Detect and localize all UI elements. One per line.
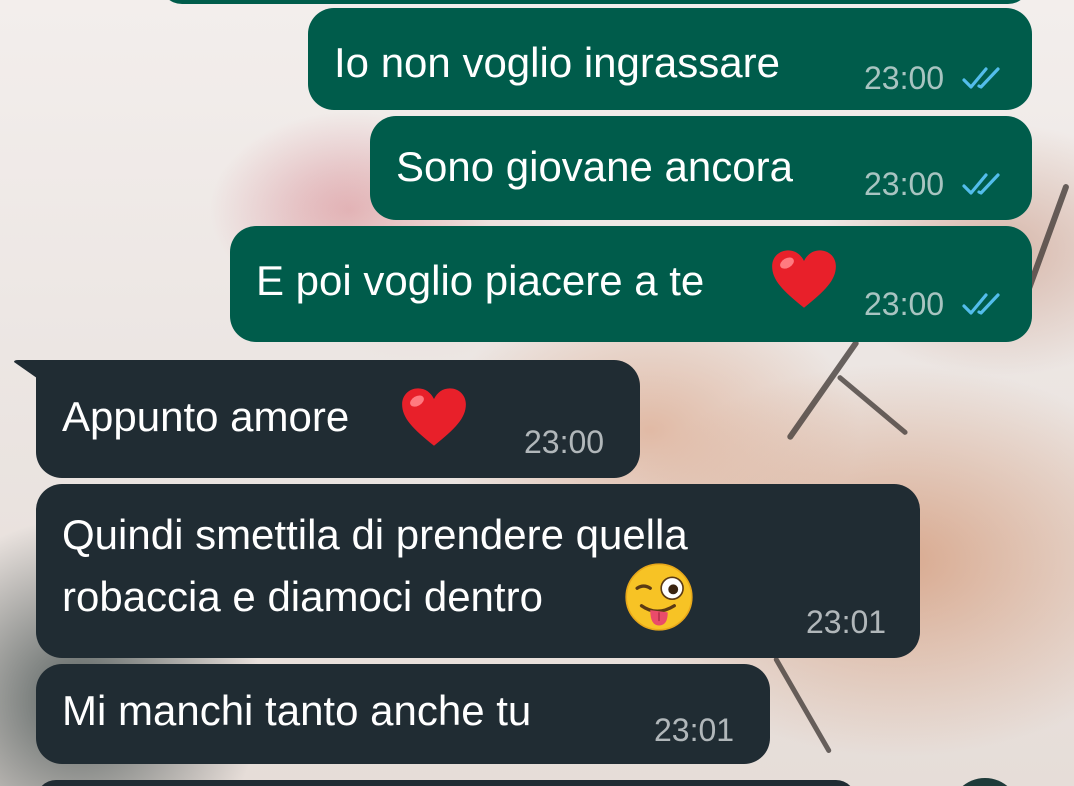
red-heart-emoji-icon <box>772 250 836 308</box>
message-timestamp: 23:00 <box>864 60 945 96</box>
double-check-read-icon <box>962 293 1000 315</box>
message-bubble-incoming[interactable]: Mi manchi tanto anche tu 23:01 <box>36 664 770 764</box>
message-text: Appunto amore <box>62 393 350 440</box>
message-bubble-outgoing[interactable]: Sono giovane ancora 23:00 <box>370 116 1032 220</box>
message-text: Sono giovane ancora <box>396 143 793 190</box>
message-bubble-cutoff-top[interactable] <box>160 0 1030 4</box>
message-text-line-1: Quindi smettila di prendere quella <box>62 511 688 558</box>
message-text: E poi voglio piacere a te <box>256 257 705 304</box>
red-heart-emoji-icon <box>402 388 466 446</box>
message-timestamp: 23:00 <box>864 286 945 322</box>
winking-face-with-tongue-emoji-icon <box>625 563 693 631</box>
message-bubble-incoming[interactable]: Quindi smettila di prendere quella robac… <box>36 484 920 658</box>
double-check-read-icon <box>962 67 1000 89</box>
message-timestamp: 23:00 <box>524 424 605 460</box>
message-text: Mi manchi tanto anche tu <box>62 687 532 734</box>
double-check-read-icon <box>962 173 1000 195</box>
message-timestamp: 23:00 <box>864 166 945 202</box>
message-bubble-outgoing[interactable]: Io non voglio ingrassare 23:00 <box>308 8 1032 110</box>
message-bubble-cutoff-bottom[interactable] <box>36 780 856 786</box>
message-timestamp: 23:01 <box>654 712 735 748</box>
message-text: Io non voglio ingrassare <box>334 39 780 86</box>
message-bubble-incoming[interactable]: Appunto amore 23:00 <box>36 360 640 478</box>
message-timestamp: 23:01 <box>806 604 887 640</box>
message-text-line-2: robaccia e diamoci dentro <box>62 573 543 620</box>
message-bubble-outgoing[interactable]: E poi voglio piacere a te 23:00 <box>230 226 1032 342</box>
